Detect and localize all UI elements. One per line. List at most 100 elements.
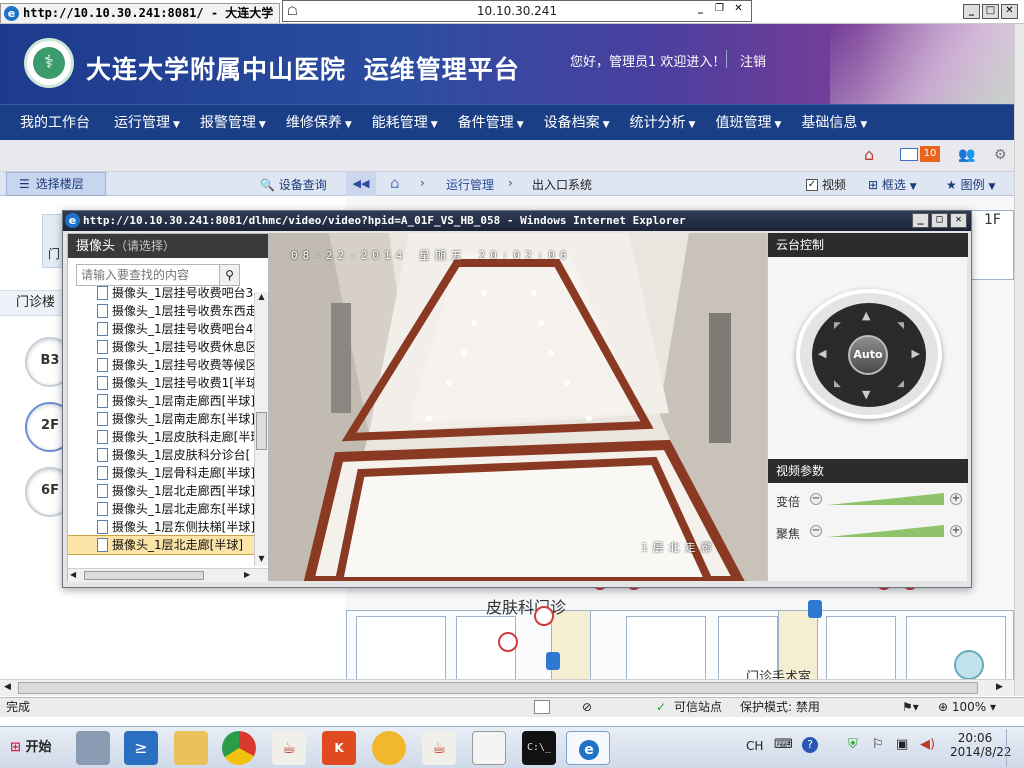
- minimize-button[interactable]: _: [692, 3, 709, 18]
- breadcrumb-operation[interactable]: 运行管理: [446, 176, 494, 193]
- volume-icon[interactable]: ◀): [920, 737, 935, 752]
- home-icon[interactable]: ⌂: [390, 174, 400, 192]
- folder-icon[interactable]: [174, 731, 208, 765]
- language-indicator[interactable]: CH: [746, 739, 763, 753]
- scroll-left-icon[interactable]: ◀: [70, 570, 76, 579]
- camera-list-item[interactable]: 摄像头_1层南走廊东[半球]: [68, 410, 254, 428]
- server-manager-icon[interactable]: [76, 731, 110, 765]
- gear-icon[interactable]: ⚙: [994, 146, 1014, 164]
- video-feed[interactable]: 08-22-2014 星期五 20:02:06 1层北走廊: [269, 233, 767, 581]
- arrow-down-icon[interactable]: ▼: [862, 388, 870, 401]
- keyboard-icon[interactable]: ⌨: [774, 737, 793, 752]
- focus-plus-button[interactable]: +: [950, 525, 962, 537]
- nav-item-duty[interactable]: 值班管理 ▼: [705, 105, 791, 141]
- nav-item-alarm[interactable]: 报警管理 ▼: [190, 105, 276, 141]
- arrow-right-icon[interactable]: ▶: [912, 347, 920, 360]
- ie-maximize-button[interactable]: □: [982, 4, 999, 19]
- legend-dropdown[interactable]: ★ 图例 ▼: [946, 176, 995, 193]
- video-checkbox[interactable]: ✓ 视频: [806, 176, 846, 193]
- scroll-up-icon[interactable]: ▲: [256, 292, 267, 304]
- help-icon[interactable]: ?: [802, 737, 818, 753]
- ie-tab-popup[interactable]: ☖ 10.10.30.241 _ ❐ ✕: [282, 0, 752, 22]
- nav-item-spares[interactable]: 备件管理 ▼: [448, 105, 534, 141]
- camera-list-item[interactable]: 摄像头_1层北走廊[半球]: [68, 535, 254, 555]
- camera-list-item[interactable]: 摄像头_1层挂号收费吧台4: [68, 320, 254, 338]
- lock-icon[interactable]: [808, 600, 822, 618]
- page-horizontal-scrollbar[interactable]: ◀ ▶: [0, 679, 1014, 696]
- scroll-right-icon[interactable]: ▶: [244, 570, 250, 579]
- popup-minimize-button[interactable]: _: [912, 213, 929, 228]
- camera-list-item[interactable]: 摄像头_1层北走廊西[半球]: [68, 482, 254, 500]
- clock[interactable]: 20:06 2014/8/22: [950, 731, 1012, 759]
- camera-search-input[interactable]: [76, 264, 220, 286]
- nav-item-device-archive[interactable]: 设备档案 ▼: [534, 105, 620, 141]
- focus-minus-button[interactable]: −: [810, 525, 822, 537]
- app-k-icon[interactable]: K: [322, 731, 356, 765]
- popup-maximize-button[interactable]: □: [931, 213, 948, 228]
- nav-item-maintenance[interactable]: 维修保养 ▼: [276, 105, 362, 141]
- flag-icon[interactable]: ⚐: [872, 737, 884, 752]
- nav-item-basic-info[interactable]: 基础信息 ▼: [791, 105, 877, 141]
- mail-icon[interactable]: [900, 148, 918, 161]
- shield-icon[interactable]: ⛨: [848, 737, 858, 752]
- map-nav-control[interactable]: [954, 650, 984, 680]
- ptz-auto-button[interactable]: Auto: [848, 335, 888, 375]
- nav-item-statistics[interactable]: 统计分析 ▼: [620, 105, 706, 141]
- box-select-dropdown[interactable]: ⊞ 框选 ▼: [868, 176, 917, 193]
- zoom-level[interactable]: ⊕ 100% ▾: [938, 698, 996, 717]
- nav-item-workbench[interactable]: 我的工作台: [0, 105, 104, 141]
- page-vertical-scrollbar[interactable]: [1014, 24, 1024, 696]
- home-icon[interactable]: ⌂: [864, 146, 884, 164]
- zoom-plus-button[interactable]: +: [950, 493, 962, 505]
- camera-list-item[interactable]: 摄像头_1层挂号收费东西走: [68, 302, 254, 320]
- lock-icon[interactable]: [546, 652, 560, 670]
- ie-tab-main[interactable]: e http://10.10.30.241:8081/ - 大连大学: [0, 3, 280, 23]
- security-icon[interactable]: ⚑▾: [902, 698, 919, 717]
- scroll-down-icon[interactable]: ▼: [256, 554, 267, 566]
- arrow-down-right-icon[interactable]: ◢: [897, 379, 904, 389]
- restore-button[interactable]: ❐: [711, 3, 728, 18]
- chart-app-icon[interactable]: [472, 731, 506, 765]
- camera-list-item[interactable]: 摄像头_1层挂号收费等候区: [68, 356, 254, 374]
- camera-list-item[interactable]: 摄像头_1层南走廊西[半球]: [68, 392, 254, 410]
- arrow-down-left-icon[interactable]: ◣: [834, 379, 841, 389]
- java-icon[interactable]: ☕: [272, 731, 306, 765]
- cmd-icon[interactable]: C:\_: [522, 731, 556, 765]
- focus-slider[interactable]: [828, 523, 946, 539]
- chrome-icon[interactable]: [222, 731, 256, 765]
- logout-link[interactable]: 注销: [740, 51, 766, 70]
- scroll-thumb[interactable]: [18, 682, 978, 694]
- camera-list-item[interactable]: 摄像头_1层东侧扶梯[半球]: [68, 518, 254, 536]
- scroll-left-icon[interactable]: ◀: [4, 682, 11, 692]
- users-icon[interactable]: 👥: [958, 146, 978, 164]
- camera-list-scrollbar[interactable]: ▲ ▼: [254, 292, 268, 566]
- camera-list-item[interactable]: 摄像头_1层挂号收费1[半球: [68, 374, 254, 392]
- camera-icon[interactable]: [498, 632, 518, 652]
- camera-list-item[interactable]: 摄像头_1层挂号收费休息区: [68, 338, 254, 356]
- nav-item-energy[interactable]: 能耗管理 ▼: [362, 105, 448, 141]
- camera-icon[interactable]: [534, 606, 554, 626]
- device-query-button[interactable]: 🔍 设备查询: [260, 176, 327, 193]
- ie-minimize-button[interactable]: _: [963, 4, 980, 19]
- camera-list-item[interactable]: 摄像头_1层骨科走廊[半球]: [68, 464, 254, 482]
- scroll-thumb[interactable]: [84, 571, 204, 580]
- camera-list-hscrollbar[interactable]: ◀ ▶: [68, 568, 268, 582]
- network-icon[interactable]: ▣: [896, 737, 908, 752]
- close-button[interactable]: ✕: [730, 3, 747, 18]
- camera-list-item[interactable]: 摄像头_1层北走廊东[半球]: [68, 500, 254, 518]
- messenger-icon[interactable]: [372, 731, 406, 765]
- privacy-icon[interactable]: ⊘: [582, 698, 592, 717]
- powershell-icon[interactable]: ≥: [124, 731, 158, 765]
- camera-list-item[interactable]: 摄像头_1层皮肤科走廊[半球: [68, 428, 254, 446]
- popup-close-button[interactable]: ✕: [950, 213, 967, 228]
- scroll-right-icon[interactable]: ▶: [996, 682, 1003, 692]
- arrow-up-icon[interactable]: ▲: [862, 309, 870, 322]
- ie-close-button[interactable]: ✕: [1001, 4, 1018, 19]
- show-desktop-button[interactable]: [1006, 729, 1022, 767]
- camera-list-item[interactable]: 摄像头_1层皮肤科分诊台[: [68, 446, 254, 464]
- arrow-up-right-icon[interactable]: ◥: [897, 321, 904, 331]
- select-floor-button[interactable]: ☰ 选择楼层: [6, 172, 106, 196]
- arrow-left-icon[interactable]: ◀: [818, 347, 826, 360]
- collapse-left-button[interactable]: ◀◀: [346, 172, 376, 196]
- camera-list-item[interactable]: 摄像头_1层挂号收费吧台3: [68, 284, 254, 302]
